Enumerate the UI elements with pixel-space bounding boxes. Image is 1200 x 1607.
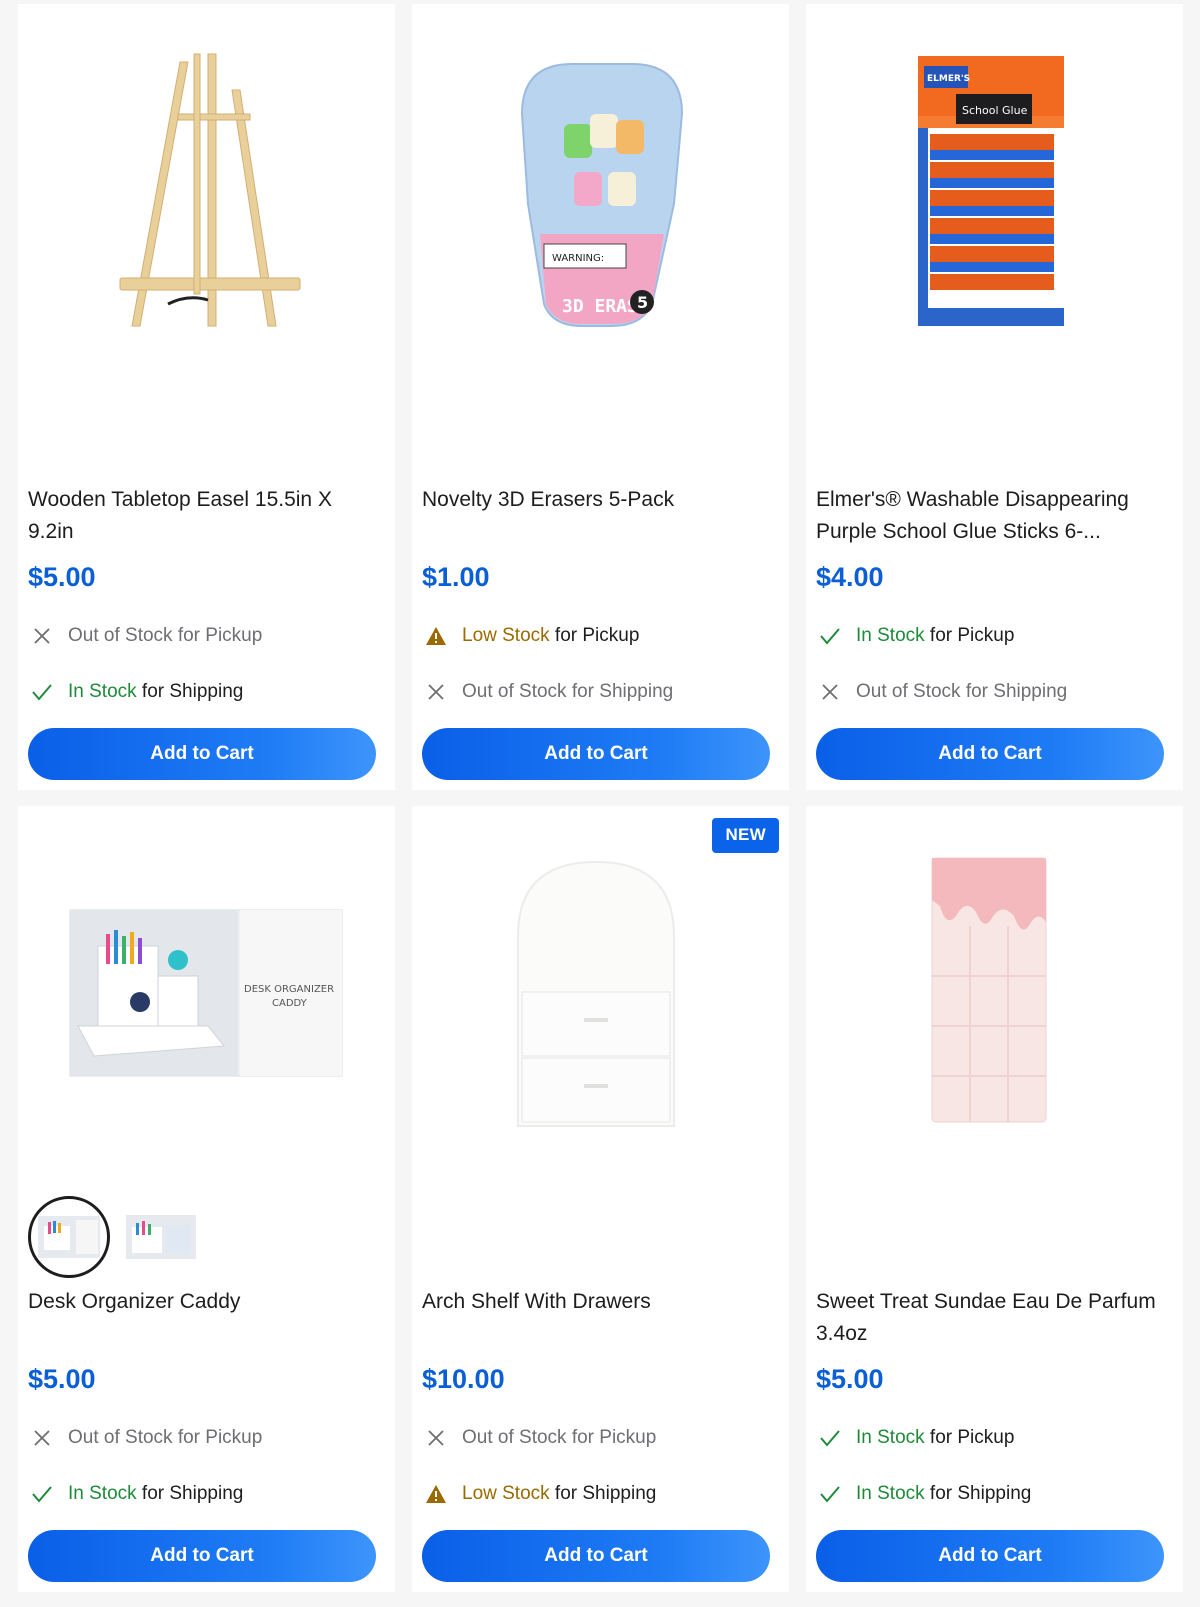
add-to-cart-button[interactable]: Add to Cart [816,728,1164,780]
pickup-status-strong: Low Stock [462,625,550,646]
product-grid: Wooden Tabletop Easel 15.5in X 9.2in $5.… [18,4,1186,1592]
package-warning: WARNING: [552,253,604,264]
add-to-cart-button[interactable]: Add to Cart [28,1530,376,1582]
check-icon [818,624,842,648]
pickup-availability: In Stock for Pickup [818,624,1014,648]
check-icon [30,680,54,704]
product-title[interactable]: Desk Organizer Caddy [28,1286,368,1318]
add-to-cart-button[interactable]: Add to Cart [816,1530,1164,1582]
warning-icon [424,1482,448,1506]
x-icon [424,680,448,704]
x-icon [30,1426,54,1450]
pickup-availability: Out of Stock for Pickup [30,624,262,648]
check-icon [818,1426,842,1450]
shipping-availability: Out of Stock for Shipping [424,680,673,704]
shipping-status-strong: Low Stock [462,1483,550,1504]
product-image[interactable] [412,806,789,1266]
product-title[interactable]: Novelty 3D Erasers 5-Pack [422,484,762,516]
shipping-status-strong: In Stock [68,681,137,702]
pickup-status-strong: In Stock [856,1427,925,1448]
warning-icon [424,624,448,648]
product-card[interactable]: DESK ORGANIZER CADDY Desk Organizer Cadd… [18,806,395,1592]
product-card[interactable]: ELMER'S School Glue Elmer's® Washable Di… [806,4,1183,790]
pickup-status: Out of Stock for Pickup [462,1427,657,1448]
package-label: 3D ERASERS [562,296,670,317]
shipping-availability: Out of Stock for Shipping [818,680,1067,704]
pickup-availability: Out of Stock for Pickup [424,1426,656,1450]
shipping-status-strong: In Stock [856,1483,925,1504]
product-title[interactable]: Sweet Treat Sundae Eau De Parfum 3.4oz [816,1286,1156,1350]
product-price: $10.00 [422,1364,505,1394]
product-image[interactable]: WARNING: 3D ERASERS 5 [412,4,789,464]
shipping-availability: Low Stock for Shipping [424,1482,656,1506]
shipping-status-strong: In Stock [68,1483,137,1504]
add-to-cart-button[interactable]: Add to Cart [28,728,376,780]
package-label-line2: CADDY [272,998,308,1009]
pickup-availability: Low Stock for Pickup [424,624,639,648]
shipping-status: Out of Stock for Shipping [462,681,674,702]
thumbnail[interactable] [126,1215,196,1259]
product-title[interactable]: Wooden Tabletop Easel 15.5in X 9.2in [28,484,368,548]
product-card[interactable]: Sweet Treat Sundae Eau De Parfum 3.4oz $… [806,806,1183,1592]
x-icon [818,680,842,704]
product-price: $5.00 [28,1364,96,1394]
package-count: 5 [637,293,648,312]
product-image[interactable] [18,4,395,464]
product-card[interactable]: NEW Arch Shelf With Drawers $10.00 Out o… [412,806,789,1592]
pickup-status: Out of Stock for Pickup [68,625,263,646]
package-label-line1: DESK ORGANIZER [244,984,334,995]
product-image[interactable]: ELMER'S School Glue [806,4,1183,464]
pickup-status-rest: for Pickup [924,1427,1015,1448]
product-title[interactable]: Arch Shelf With Drawers [422,1286,762,1318]
product-price: $5.00 [28,562,96,592]
add-to-cart-button[interactable]: Add to Cart [422,1530,770,1582]
image-thumbnails [28,1196,196,1278]
add-to-cart-button[interactable]: Add to Cart [422,728,770,780]
pickup-status-rest: for Pickup [549,625,640,646]
pickup-status: Out of Stock for Pickup [68,1427,263,1448]
product-card[interactable]: Wooden Tabletop Easel 15.5in X 9.2in $5.… [18,4,395,790]
x-icon [30,624,54,648]
product-title[interactable]: Elmer's® Washable Disappearing Purple Sc… [816,484,1156,548]
shipping-status-rest: for Shipping [136,681,244,702]
product-price: $5.00 [816,1364,884,1394]
pickup-availability: Out of Stock for Pickup [30,1426,262,1450]
product-price: $1.00 [422,562,490,592]
thumbnail-selected[interactable] [28,1196,110,1278]
product-price: $4.00 [816,562,884,592]
shipping-availability: In Stock for Shipping [30,680,243,704]
check-icon [30,1482,54,1506]
pickup-status-rest: for Pickup [924,625,1015,646]
product-image[interactable] [806,806,1183,1266]
product-card[interactable]: WARNING: 3D ERASERS 5 Novelty 3D Erasers… [412,4,789,790]
shipping-availability: In Stock for Shipping [818,1482,1031,1506]
shipping-availability: In Stock for Shipping [30,1482,243,1506]
shipping-status: Out of Stock for Shipping [856,681,1068,702]
shipping-status-rest: for Shipping [549,1483,657,1504]
package-brand: ELMER'S [927,74,970,84]
pickup-availability: In Stock for Pickup [818,1426,1014,1450]
x-icon [424,1426,448,1450]
shipping-status-rest: for Shipping [136,1483,244,1504]
new-badge: NEW [712,818,779,853]
package-label: School Glue [962,104,1028,117]
pickup-status-strong: In Stock [856,625,925,646]
shipping-status-rest: for Shipping [924,1483,1032,1504]
check-icon [818,1482,842,1506]
